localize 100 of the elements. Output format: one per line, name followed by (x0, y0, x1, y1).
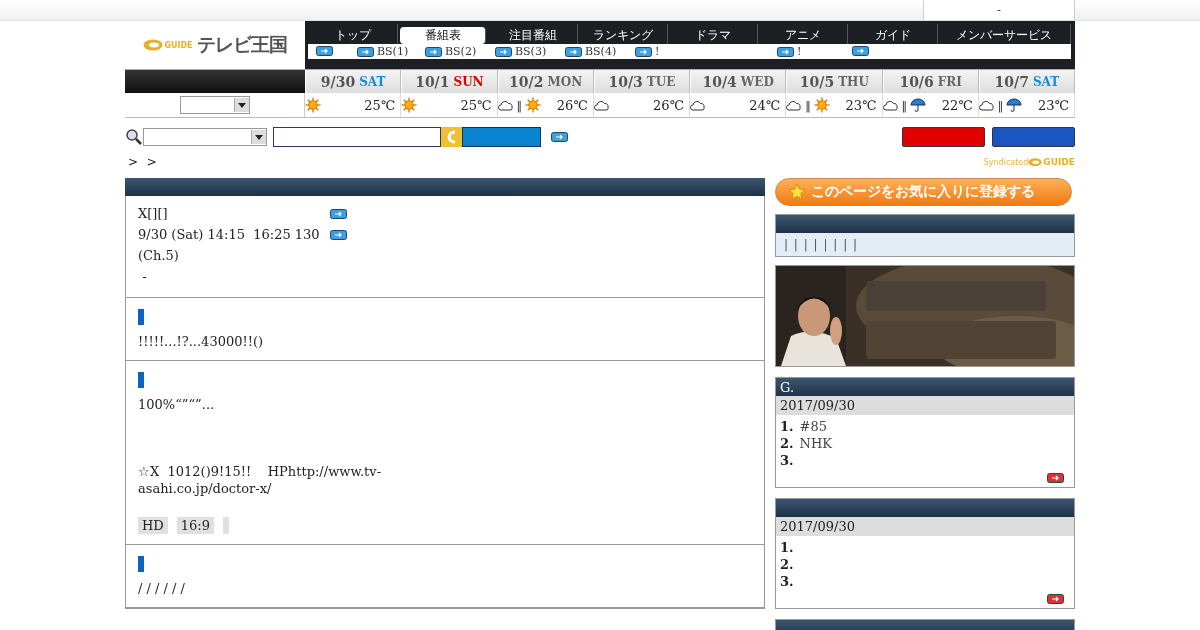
format-tag: 16:9 (176, 517, 214, 534)
channel-link[interactable]: ! (777, 45, 852, 58)
rank-number: 2. (780, 556, 794, 573)
ranking-item[interactable]: NHK (799, 435, 832, 452)
rank-number: 2. (780, 435, 794, 452)
empty-tag (222, 517, 229, 534)
program-info: X[][] (138, 206, 169, 221)
program-info: 9/30 (Sat) 14:15 16:25 130 (138, 227, 321, 242)
weekday-label: SAT (359, 74, 386, 89)
channel-link[interactable]: ! (635, 45, 777, 58)
date-label: 10/7 (994, 73, 1029, 90)
date-label: 10/3 (608, 73, 643, 90)
date-label: 10/4 (702, 73, 737, 90)
temperature: 25℃ (364, 97, 396, 113)
caret-icon (255, 134, 263, 140)
date-label: 10/5 (799, 73, 835, 90)
weekday-label: TUE (646, 74, 676, 89)
date-label: 9/30 (320, 73, 356, 90)
link-list: | | | | | | | | (784, 237, 858, 252)
date-header[interactable]: 10/4 WED (690, 70, 787, 93)
caret-icon (237, 102, 246, 108)
temperature: 26℃ (652, 97, 684, 113)
rank-number: 3. (780, 452, 794, 469)
weekday-label: THU (838, 74, 869, 89)
ranking-date: 2017/09/30 (776, 396, 1074, 415)
date-label: 10/1 (415, 73, 450, 90)
date-header[interactable]: 10/7 SAT (978, 70, 1075, 93)
category-dropdown[interactable] (143, 128, 267, 146)
top-link[interactable]: - (923, 0, 1075, 20)
sun-icon (305, 97, 321, 113)
temperature: 24℃ (749, 97, 781, 113)
channel-link[interactable]: BS(4) (565, 45, 635, 58)
cloud-icon (497, 99, 514, 111)
section-marker (138, 556, 144, 572)
arrow-button-icon[interactable] (551, 132, 568, 142)
arrow-link-icon[interactable] (330, 208, 347, 219)
rank-number: 3. (780, 573, 794, 590)
search-button[interactable] (462, 127, 541, 147)
description-text: !!!!!...!?...43000!!() (138, 333, 265, 350)
temperature: 25℃ (460, 97, 492, 113)
rank-number: 1. (780, 539, 794, 556)
separator: ‖ (901, 98, 907, 112)
cloud-icon (786, 99, 803, 111)
separator: ‖ (516, 98, 522, 112)
ranking-item[interactable]: #85 (799, 418, 827, 435)
weekday-label: MON (547, 74, 583, 89)
description-text: ☆X 1012()9!15!! HPhttp://www.tv-asahi.co.jp/doctor-x/ (138, 463, 383, 497)
temperature: 22℃ (941, 97, 973, 113)
description-text: 100%“”“”... (138, 396, 216, 413)
section-marker (138, 309, 144, 325)
program-info: - (141, 269, 148, 284)
weekday-label: SUN (453, 74, 484, 89)
star-icon (788, 183, 806, 201)
temperature: 26℃ (556, 97, 588, 113)
umbrella-icon (910, 97, 926, 113)
guide-icon (441, 127, 462, 147)
format-tag: HD (138, 517, 168, 534)
sun-icon (813, 97, 830, 113)
cloud-icon (593, 99, 610, 111)
guide-logo: GUIDE (143, 39, 193, 51)
temperature: 23℃ (845, 97, 877, 113)
umbrella-icon (1006, 97, 1023, 113)
arrow-link-icon[interactable] (316, 46, 333, 56)
channel-link[interactable]: BS(3) (495, 45, 565, 58)
sun-icon (401, 97, 418, 113)
temperature: 23℃ (1037, 97, 1069, 113)
date-header[interactable]: 10/6 FRI (882, 70, 979, 93)
ranking-date: 2017/09/30 (776, 517, 1074, 536)
guide-logo: GUIDE (1028, 157, 1075, 167)
breadcrumb: > > (127, 155, 157, 169)
date-header[interactable]: 10/3 TUE (593, 70, 690, 93)
cloud-icon (690, 99, 706, 111)
cloud-icon (882, 99, 899, 111)
arrow-link-icon[interactable] (330, 229, 347, 240)
date-header[interactable]: 10/2 MON (497, 70, 594, 93)
logo-title: テレビ王国 (196, 32, 287, 57)
search-field[interactable] (273, 127, 441, 147)
description-text: / / / / / / (138, 580, 186, 597)
separator: ‖ (805, 98, 811, 112)
channel-link[interactable]: BS(2) (425, 45, 495, 58)
action-button[interactable] (902, 127, 985, 147)
rank-number: 1. (780, 418, 794, 435)
sun-icon (525, 97, 541, 113)
syndicated-label: Syndicated (983, 157, 1029, 167)
date-header[interactable]: 9/30 SAT (305, 70, 402, 93)
date-label: 10/2 (509, 73, 544, 90)
separator: ‖ (997, 98, 1004, 112)
section-marker (138, 372, 144, 388)
date-header[interactable]: 10/1 SUN (401, 70, 498, 93)
dropdown[interactable] (179, 96, 250, 114)
weekday-label: SAT (1032, 74, 1060, 89)
date-header[interactable]: 10/5 THU (786, 70, 883, 93)
panel-title: G. (780, 379, 795, 395)
search-icon (125, 128, 143, 146)
site-logo[interactable]: GUIDE テレビ王国 (125, 21, 305, 69)
channel-link[interactable]: BS(1) (357, 45, 425, 58)
nav-tab[interactable]: 番組表 (400, 27, 486, 44)
date-label: 10/6 (899, 73, 934, 90)
cloud-icon (978, 99, 995, 111)
arrow-link-icon[interactable] (852, 46, 869, 56)
